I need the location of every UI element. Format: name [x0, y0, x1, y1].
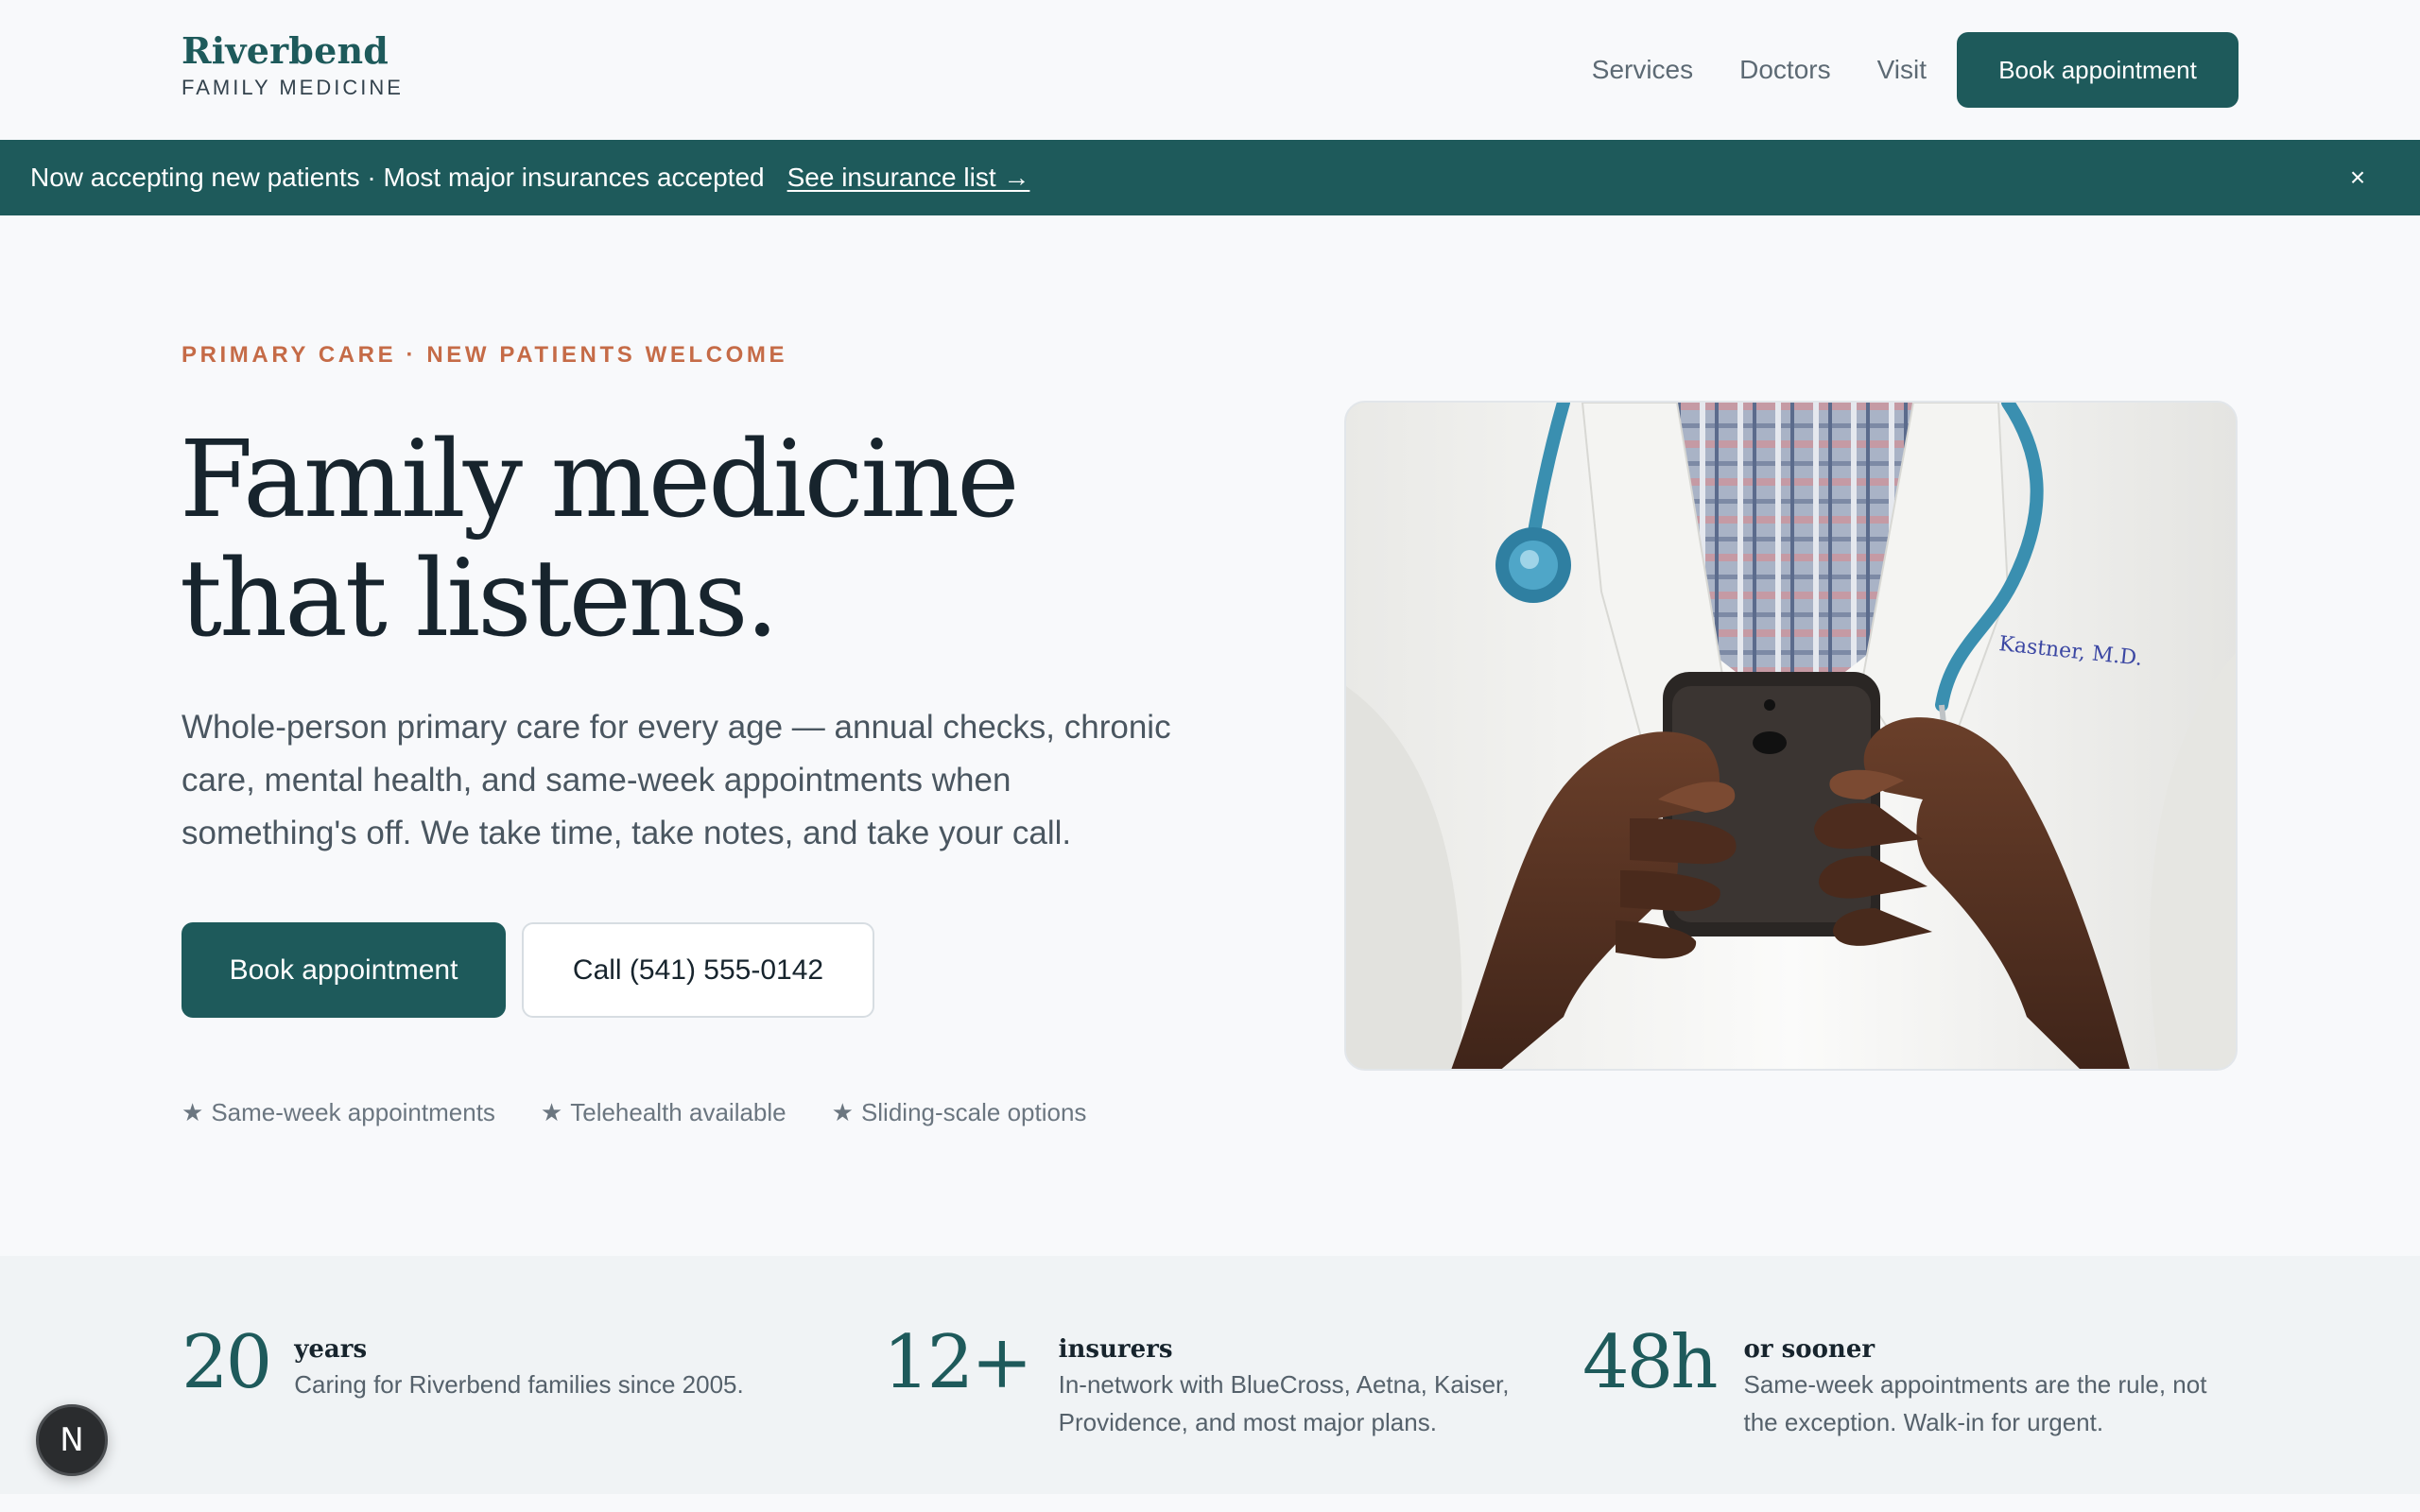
- header-book-appointment-button[interactable]: Book appointment: [1957, 32, 2238, 108]
- stat-number: 48h: [1582, 1320, 1718, 1405]
- stat-item-insurers: 12+ insurers In-network with BlueCross, …: [883, 1322, 1545, 1441]
- stat-item-response-time: 48h or sooner Same-week appointments are…: [1582, 1322, 2244, 1441]
- star-icon: ★: [540, 1098, 563, 1126]
- stat-description: Caring for Riverbend families since 2005…: [294, 1370, 744, 1399]
- announcement-bar: Now accepting new patients · Most major …: [0, 140, 2420, 215]
- hero-doctor-image: Kastner, M.D.: [1344, 401, 2238, 1071]
- star-icon: ★: [182, 1098, 204, 1126]
- stat-description: Same-week appointments are the rule, not…: [1743, 1370, 2207, 1436]
- stat-text: or sooner Same-week appointments are the…: [1744, 1322, 2245, 1441]
- hero-lead: Whole-person primary care for every age …: [182, 709, 1171, 851]
- feature-label: Telehealth available: [570, 1098, 786, 1126]
- hero-title: Family medicine that listens.: [180, 419, 1020, 661]
- close-icon[interactable]: ×: [2339, 159, 2377, 197]
- nav-link-doctors[interactable]: Doctors: [1739, 32, 1830, 108]
- star-icon: ★: [831, 1098, 854, 1126]
- brand-subtitle: FAMILY MEDICINE: [182, 76, 404, 99]
- brand-logo[interactable]: Riverbend FAMILY MEDICINE: [182, 28, 404, 100]
- nav-link-services[interactable]: Services: [1592, 32, 1693, 108]
- stat-label: insurers: [1058, 1335, 1173, 1364]
- insurance-list-link[interactable]: See insurance list →: [787, 163, 1030, 193]
- feature-item: ★ Sliding-scale options: [832, 1098, 1087, 1127]
- feature-list: ★ Same-week appointments ★ Telehealth av…: [182, 1098, 1132, 1127]
- hero-eyebrow: PRIMARY CARE · NEW PATIENTS WELCOME: [182, 342, 788, 368]
- stat-description: In-network with BlueCross, Aetna, Kaiser…: [1058, 1370, 1510, 1436]
- nav-link-visit[interactable]: Visit: [1877, 32, 1927, 108]
- call-phone-button[interactable]: Call (541) 555-0142: [522, 922, 874, 1018]
- stat-number: 20: [182, 1320, 272, 1405]
- stats-band: 20 years Caring for Riverbend families s…: [0, 1256, 2420, 1494]
- stat-text: years Caring for Riverbend families sinc…: [294, 1322, 743, 1403]
- stat-label: or sooner: [1743, 1335, 1876, 1364]
- brand-name: Riverbend: [182, 29, 389, 72]
- stat-item-years: 20 years Caring for Riverbend families s…: [182, 1322, 786, 1403]
- stat-number: 12+: [883, 1320, 1033, 1405]
- site-header: Riverbend FAMILY MEDICINE Services Docto…: [0, 0, 2420, 140]
- hero-cta-row: Book appointment Call (541) 555-0142: [182, 922, 874, 1018]
- announcement-text: Now accepting new patients · Most major …: [30, 163, 765, 192]
- main-nav: Services Doctors Visit Book appointment: [1592, 32, 2238, 108]
- dev-tools-badge[interactable]: N: [36, 1404, 108, 1476]
- book-appointment-button[interactable]: Book appointment: [182, 922, 506, 1018]
- n-logo-icon: N: [60, 1421, 84, 1459]
- stat-label: years: [294, 1335, 368, 1364]
- feature-item: ★ Same-week appointments: [182, 1098, 495, 1127]
- feature-item: ★ Telehealth available: [541, 1098, 786, 1127]
- stat-text: insurers In-network with BlueCross, Aetn…: [1059, 1322, 1545, 1441]
- feature-label: Same-week appointments: [211, 1098, 495, 1126]
- feature-label: Sliding-scale options: [860, 1098, 1087, 1126]
